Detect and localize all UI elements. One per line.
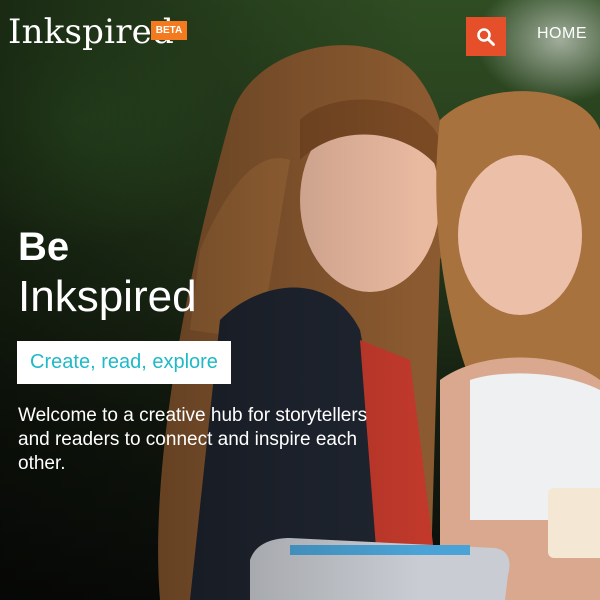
site-logo[interactable]: Inkspired [8,12,174,52]
nav-home-link[interactable]: HOME [537,25,587,43]
search-icon [477,27,495,46]
tagline-box[interactable]: Create, read, explore [17,341,231,384]
beta-badge: BETA [151,21,187,40]
hero-section: Inkspired BETA HOME Be Inkspired Create,… [0,0,600,600]
hero-headline-line2: Inkspired [18,272,197,321]
hero-headline-line1: Be [18,225,70,269]
hero-description: Welcome to a creative hub for storytelle… [18,405,368,474]
search-button[interactable] [466,17,506,56]
tagline-text: Create, read, explore [30,351,218,373]
